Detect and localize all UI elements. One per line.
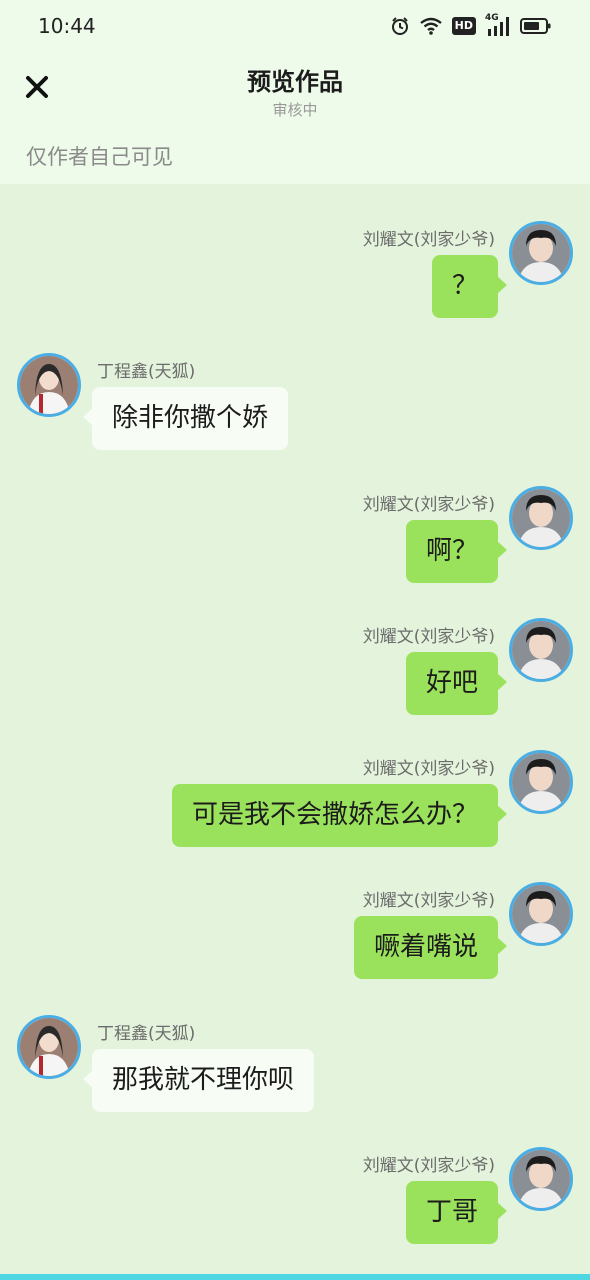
sender-name: 刘耀文(刘家少爷) [362, 891, 495, 911]
avatar-image [512, 753, 570, 811]
bottom-strip [0, 1274, 590, 1280]
message-bubble[interactable]: 可是我不会撒娇怎么办？ [171, 784, 508, 847]
sender-name: 刘耀文(刘家少爷) [362, 230, 495, 250]
message-bubble[interactable]: 噘着嘴说 [353, 916, 508, 979]
message-bubble[interactable]: 那我就不理你呗 [82, 1049, 315, 1112]
avatar[interactable] [17, 1015, 81, 1079]
sender-name: 刘耀文(刘家少爷) [362, 495, 495, 515]
sender-name: 丁程鑫(天狐) [97, 1024, 196, 1044]
avatar-image [20, 1018, 78, 1076]
message-bubble[interactable]: 除非你撒个娇 [82, 387, 289, 450]
avatar[interactable] [509, 882, 573, 946]
avatar[interactable] [509, 750, 573, 814]
avatar-image [20, 356, 78, 414]
message-bubble[interactable]: 好吧 [405, 652, 508, 715]
header: 预览作品 审核中 仅作者自己可见 [0, 52, 590, 184]
status-bar: 10:44 HD 4G [0, 0, 590, 52]
sender-name: 丁程鑫(天狐) [97, 362, 196, 382]
4g-signal-icon: 4G [485, 13, 511, 37]
message-bubble[interactable]: ？ [431, 255, 508, 318]
sender-name: 刘耀文(刘家少爷) [362, 759, 495, 779]
status-time: 10:44 [38, 14, 96, 38]
avatar[interactable] [509, 221, 573, 285]
sender-name: 刘耀文(刘家少爷) [362, 627, 495, 647]
page-title: 预览作品 [247, 68, 343, 96]
hd-icon: HD [451, 17, 476, 35]
battery-icon [520, 17, 552, 35]
chat-list[interactable]: 刘耀文(刘家少爷) ？ 丁程鑫(天狐) 除非你撒个娇 刘耀文(刘家少爷) 啊？ … [0, 184, 590, 1274]
avatar[interactable] [509, 1147, 573, 1211]
avatar-image [512, 621, 570, 679]
avatar-image [512, 1150, 570, 1208]
visibility-note: 仅作者自己可见 [26, 145, 173, 169]
avatar-image [512, 489, 570, 547]
avatar[interactable] [509, 486, 573, 550]
avatar[interactable] [509, 618, 573, 682]
sender-name: 刘耀文(刘家少爷) [362, 1156, 495, 1176]
alarm-icon [390, 16, 410, 36]
avatar[interactable] [17, 353, 81, 417]
message-bubble[interactable]: 啊？ [405, 520, 508, 583]
review-status: 审核中 [272, 101, 318, 119]
status-icons: HD 4G [390, 13, 552, 38]
avatar-image [512, 224, 570, 282]
message-bubble[interactable]: 丁哥 [405, 1181, 508, 1244]
wifi-icon [419, 16, 443, 36]
avatar-image [512, 885, 570, 943]
